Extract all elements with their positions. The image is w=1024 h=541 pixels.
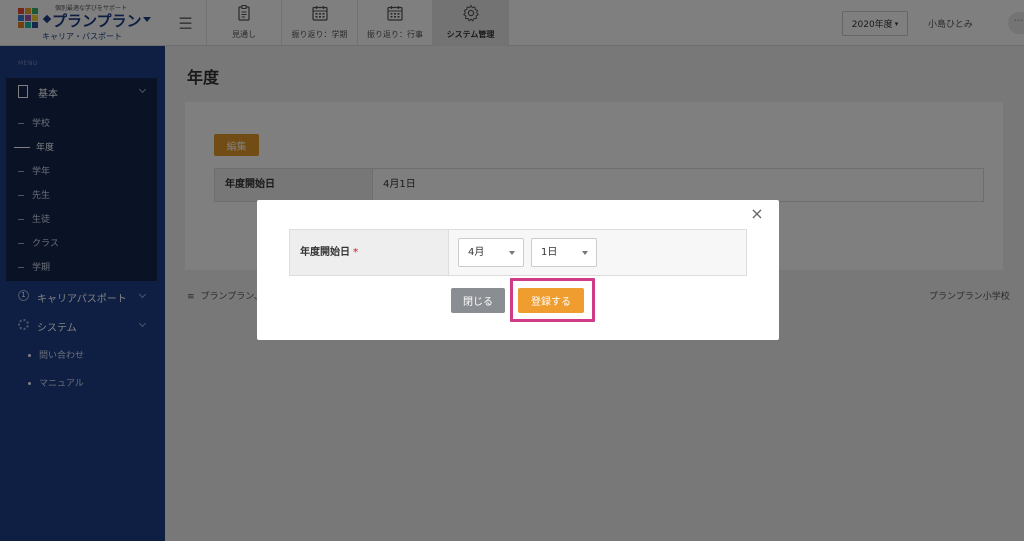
register-button[interactable]: 登録する <box>518 288 584 313</box>
day-select[interactable]: 1日 <box>531 238 597 267</box>
modal-field-label-text: 年度開始日 <box>300 247 350 258</box>
modal-field-input: 4月 1日 <box>449 230 746 275</box>
modal-field-label: 年度開始日 * <box>290 230 449 275</box>
month-select-value: 4月 <box>468 247 485 258</box>
day-select-value: 1日 <box>541 247 558 258</box>
close-button[interactable]: 閉じる <box>451 288 505 313</box>
modal-field-row: 年度開始日 * 4月 1日 <box>289 229 747 276</box>
month-select[interactable]: 4月 <box>458 238 524 267</box>
chevron-down-icon <box>509 251 515 255</box>
close-icon[interactable]: × <box>749 206 765 222</box>
chevron-down-icon <box>582 251 588 255</box>
required-mark: * <box>353 247 359 258</box>
edit-modal: × 年度開始日 * 4月 1日 閉じる 登録する <box>257 200 779 340</box>
